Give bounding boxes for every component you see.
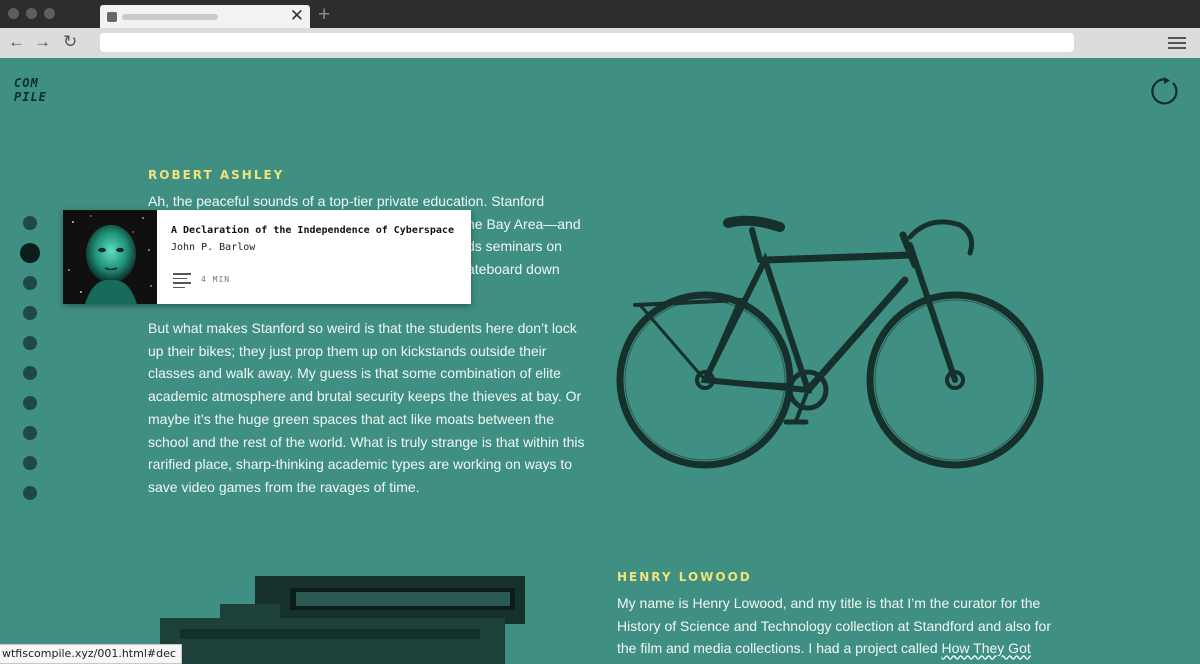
logo-line-1: COM <box>14 76 39 90</box>
section-nav-dot[interactable] <box>23 456 37 470</box>
browser-tab[interactable]: ✕ <box>100 5 310 28</box>
forward-button[interactable]: → <box>34 32 51 52</box>
section-nav-dot[interactable] <box>23 366 37 380</box>
section-nav-dot[interactable] <box>20 243 40 263</box>
compile-logo[interactable]: COM PILE <box>14 76 50 110</box>
read-time: 4 MIN <box>201 275 231 284</box>
link-status-bar: wtfiscompile.xyz/001.html#dec <box>0 644 182 664</box>
bicycle-illustration <box>616 215 1044 469</box>
preview-author: John P. Barlow <box>171 242 256 253</box>
text-lines-icon <box>173 273 191 291</box>
window-close-dot[interactable] <box>8 8 19 19</box>
section-nav-dot[interactable] <box>23 486 37 500</box>
link-preview-card[interactable]: A Declaration of the Independence of Cyb… <box>63 210 471 304</box>
hamburger-menu-icon[interactable] <box>1168 37 1186 49</box>
reload-button[interactable]: ↻ <box>63 32 77 52</box>
tape-cartridges-illustration <box>160 576 525 664</box>
section-nav-dot[interactable] <box>23 276 37 290</box>
how-they-got-link[interactable]: How They Got <box>942 640 1031 656</box>
logo-line-2: PILE <box>14 90 47 104</box>
tab-title-placeholder <box>122 14 218 20</box>
back-button[interactable]: ← <box>8 32 25 52</box>
author-name-robert-ashley: ROBERT ASHLEY <box>148 168 285 182</box>
window-minimize-dot[interactable] <box>26 8 37 19</box>
tab-close-icon[interactable]: ✕ <box>290 6 304 26</box>
new-tab-button[interactable]: + <box>318 3 330 27</box>
author-name-henry-lowood: HENRY LOWOOD <box>617 570 752 584</box>
article-paragraph-2: But what makes Stanford so weird is that… <box>148 320 585 495</box>
address-bar[interactable] <box>100 33 1074 52</box>
portrait-thumbnail <box>63 210 157 304</box>
section-nav-dot[interactable] <box>23 336 37 350</box>
section-nav-dot[interactable] <box>23 306 37 320</box>
section-nav-dot[interactable] <box>23 396 37 410</box>
browser-toolbar: ← → ↻ <box>0 28 1200 58</box>
refresh-icon[interactable] <box>1146 76 1180 106</box>
section-nav-dot[interactable] <box>23 216 37 230</box>
section-nav-dot[interactable] <box>23 426 37 440</box>
preview-title: A Declaration of the Independence of Cyb… <box>171 225 454 236</box>
article-paragraph-3: My name is Henry Lowood, and my title is… <box>617 592 1057 660</box>
browser-tab-bar: ✕ + <box>0 0 1200 28</box>
favicon-icon <box>107 12 117 22</box>
window-maximize-dot[interactable] <box>44 8 55 19</box>
